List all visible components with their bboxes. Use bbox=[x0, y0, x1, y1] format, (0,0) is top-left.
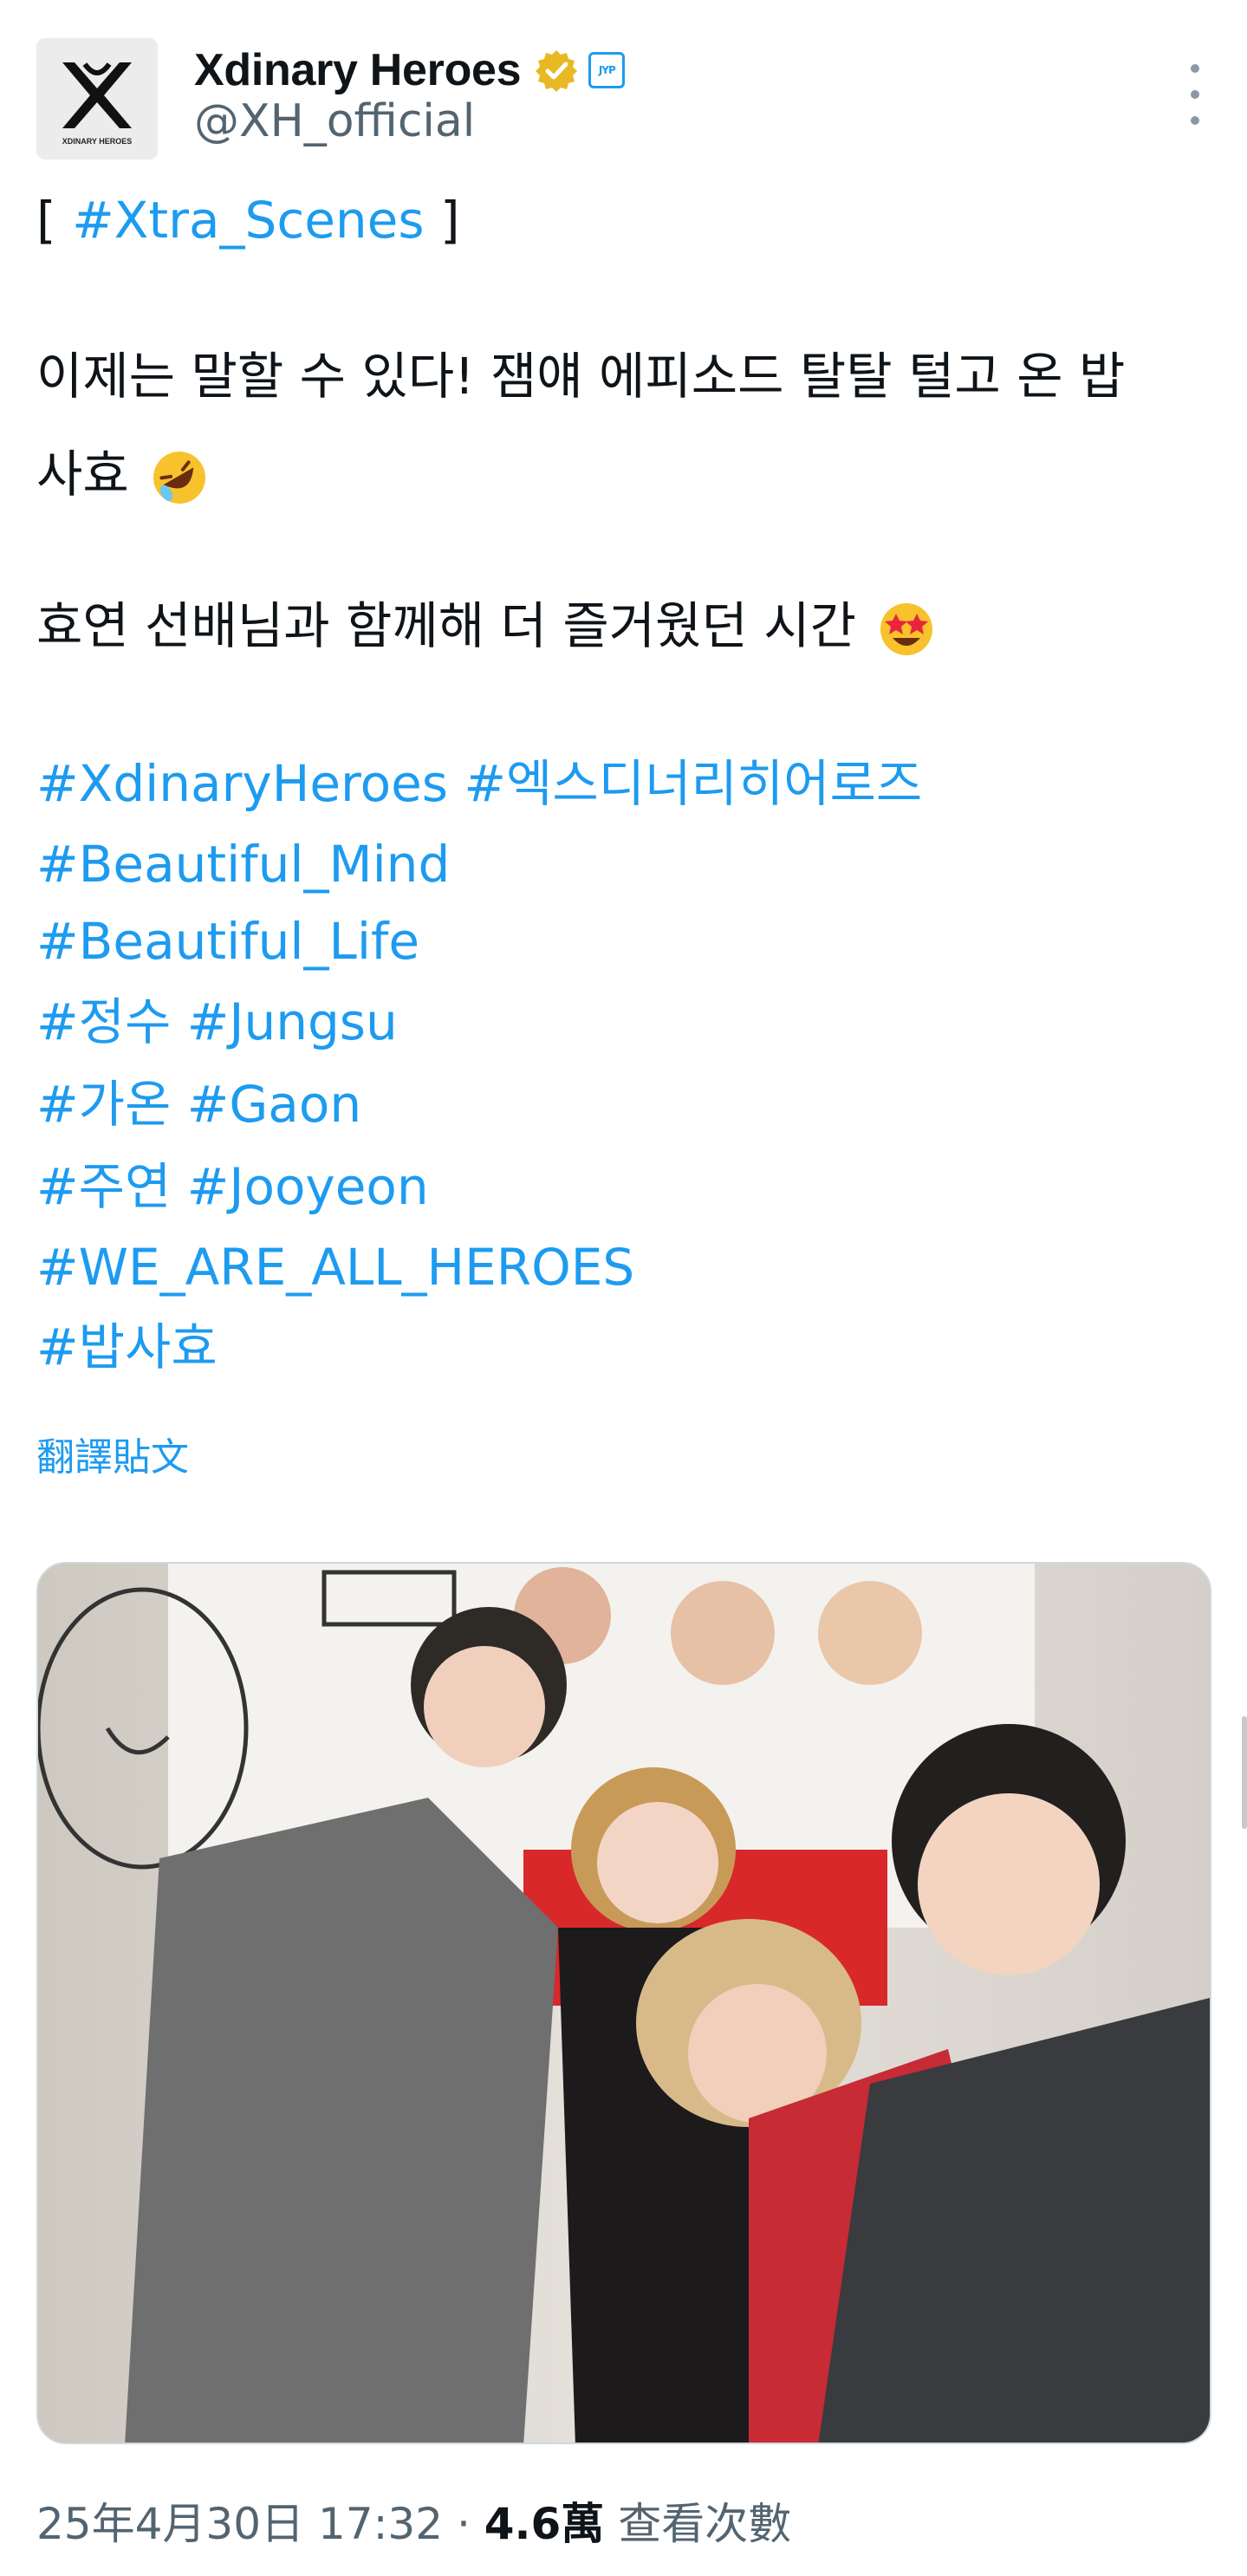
verified-badge-icon bbox=[536, 50, 578, 92]
more-options-icon[interactable] bbox=[1179, 64, 1211, 125]
translate-post-link[interactable]: 翻譯貼文 bbox=[36, 1426, 189, 1481]
hashtag-line[interactable]: #밥사효 bbox=[36, 1322, 218, 1372]
view-count: 4.6萬 bbox=[484, 2499, 605, 2549]
scrollbar[interactable] bbox=[1242, 1716, 1247, 1829]
hashtag-line[interactable]: #Beautiful_Life bbox=[36, 916, 419, 966]
tweet-line-1: [ #Xtra_Scenes ] bbox=[36, 191, 460, 250]
avatar[interactable]: XDINARY HEROES bbox=[36, 38, 158, 159]
handle[interactable]: @XH_official bbox=[194, 95, 475, 147]
hashtag-link[interactable]: #Xtra_Scenes bbox=[72, 191, 425, 250]
star-struck-emoji-icon bbox=[880, 603, 933, 655]
tweet-line-3: 사효 bbox=[36, 446, 211, 509]
tweet-photo[interactable] bbox=[36, 1562, 1211, 2444]
hashtag-line[interactable]: #XdinaryHeroes #엑스디너리히어로즈 bbox=[36, 758, 922, 809]
rolling-laughing-emoji-icon bbox=[153, 452, 206, 504]
timestamp[interactable]: 25年4月30日 17:32 bbox=[36, 2499, 443, 2549]
tweet-line-4: 효연 선배님과 함께해 더 즐거웠던 시간 bbox=[36, 598, 938, 660]
hashtag-line[interactable]: #주연 #Jooyeon bbox=[36, 1161, 429, 1212]
name-row: Xdinary Heroes JYP bbox=[194, 40, 626, 101]
affiliate-badge-icon[interactable]: JYP bbox=[588, 52, 626, 88]
display-name[interactable]: Xdinary Heroes bbox=[194, 44, 522, 96]
hashtag-line[interactable]: #WE_ARE_ALL_HEROES bbox=[36, 1242, 634, 1292]
hashtag-line[interactable]: #가온 #Gaon bbox=[36, 1079, 361, 1129]
tweet-header: XDINARY HEROES Xdinary Heroes JYP @XH_of… bbox=[36, 38, 1211, 159]
svg-text:XDINARY HEROES: XDINARY HEROES bbox=[62, 137, 133, 146]
hashtag-line[interactable]: #Beautiful_Mind bbox=[36, 839, 450, 889]
hashtag-line[interactable]: #정수 #Jungsu bbox=[36, 997, 398, 1047]
views-label: 查看次數 bbox=[604, 2499, 792, 2549]
tweet-meta: 25年4月30日 17:32 · 4.6萬 查看次數 bbox=[36, 2499, 792, 2549]
tweet-line-2: 이제는 말할 수 있다! 잼얘 에피소드 탈탈 털고 온 밥 bbox=[36, 347, 1126, 406]
